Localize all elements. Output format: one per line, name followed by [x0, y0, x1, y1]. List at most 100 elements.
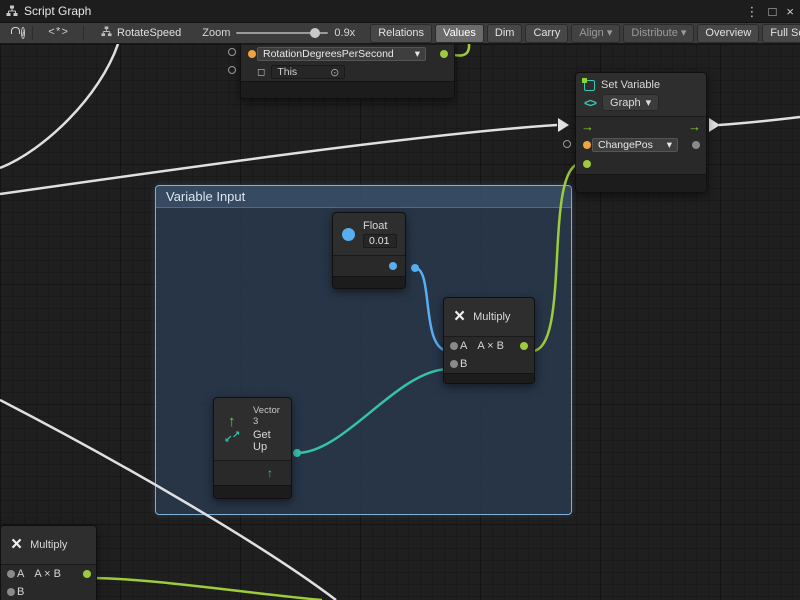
- input-port-b[interactable]: [7, 588, 15, 596]
- window-title: Script Graph: [24, 4, 91, 18]
- node-title: Multiply: [473, 311, 510, 323]
- port-label-a: A: [17, 568, 24, 580]
- float-icon: [342, 228, 355, 241]
- scope-value: Graph: [610, 97, 641, 109]
- connection-values-icon[interactable]: <*>: [40, 27, 76, 39]
- node-type-label: Vector 3: [253, 405, 282, 427]
- graph-icon: [101, 26, 112, 40]
- variable-name-port[interactable]: [248, 50, 256, 58]
- unity-script-graph-window: Script Graph ⋮ □ × i <*> RotateSpeed Zoo…: [0, 0, 800, 600]
- node-footer: [576, 174, 706, 192]
- values-button[interactable]: Values: [435, 24, 484, 43]
- group-header[interactable]: Variable Input: [156, 186, 571, 208]
- variable-scope-dropdown[interactable]: Graph ▾: [602, 94, 659, 111]
- close-icon[interactable]: ×: [786, 5, 794, 18]
- flow-out-arrow-icon[interactable]: →: [688, 120, 701, 133]
- node-title: Float: [363, 220, 397, 232]
- align-button[interactable]: Align ▾: [571, 24, 620, 43]
- flow-in-arrow-icon[interactable]: →: [581, 120, 594, 133]
- group-title: Variable Input: [166, 189, 245, 204]
- port-label-axb: A × B: [34, 568, 61, 580]
- flow-wire-into-set-variable: [0, 125, 557, 194]
- zoom-slider[interactable]: [236, 25, 328, 41]
- zoom-slider-handle[interactable]: [310, 28, 320, 38]
- script-graph-icon: [6, 5, 18, 17]
- variable-name-port[interactable]: [583, 141, 591, 149]
- node-multiply-2[interactable]: × Multiply A A × B B: [0, 525, 97, 600]
- node-footer: [241, 81, 454, 98]
- value-output-port[interactable]: [389, 262, 397, 270]
- chevron-down-icon: ▾: [415, 48, 420, 60]
- toolbar-separator: [83, 26, 84, 40]
- node-header[interactable]: ↑ ↗ ↙ Vector 3 Get Up: [214, 398, 291, 460]
- object-picker-icon[interactable]: ⊙: [330, 66, 339, 79]
- output-port-axb[interactable]: [83, 570, 91, 578]
- multiply-icon: ×: [454, 309, 465, 325]
- node-float[interactable]: Float 0.01: [332, 212, 406, 289]
- zoom-label: Zoom: [202, 27, 230, 39]
- port-label-a: A: [460, 340, 467, 352]
- object-field[interactable]: This ⊙: [271, 65, 345, 79]
- window-menu-icon[interactable]: ⋮: [746, 5, 759, 18]
- node-get-up[interactable]: ↑ ↗ ↙ Vector 3 Get Up ↑: [213, 397, 292, 499]
- graph-name-breadcrumb[interactable]: RotateSpeed: [101, 26, 181, 40]
- value-output-port[interactable]: [692, 141, 700, 149]
- float-value-field[interactable]: 0.01: [363, 234, 397, 248]
- distribute-button[interactable]: Distribute ▾: [623, 24, 694, 43]
- object-value: This: [277, 66, 297, 78]
- variable-name-value: ChangePos: [598, 139, 653, 151]
- info-icon[interactable]: i: [21, 27, 25, 39]
- variable-name-value: RotationDegreesPerSecond: [263, 48, 394, 60]
- value-output-port[interactable]: [440, 50, 448, 58]
- node-footer: [333, 276, 405, 288]
- input-port-b[interactable]: [450, 360, 458, 368]
- node-title: Get Up: [253, 429, 282, 453]
- value-input-port[interactable]: [583, 160, 591, 168]
- titlebar: Script Graph ⋮ □ ×: [0, 0, 800, 22]
- node-header[interactable]: Set Variable <> Graph ▾: [576, 73, 706, 116]
- overview-button[interactable]: Overview: [697, 24, 759, 43]
- toolbar-separator: [32, 26, 33, 40]
- unconnected-port[interactable]: [228, 48, 236, 56]
- multiply-icon: ×: [11, 537, 22, 553]
- input-port-a[interactable]: [7, 570, 15, 578]
- node-multiply[interactable]: × Multiply A A × B B: [443, 297, 535, 384]
- node-header[interactable]: × Multiply: [1, 526, 96, 564]
- node-header[interactable]: Float 0.01: [333, 213, 405, 255]
- variables-icon: <>: [584, 96, 596, 110]
- chevron-down-icon: ▾: [646, 96, 652, 109]
- flow-wire-out-of-set-variable: [719, 117, 800, 125]
- graph-canvas[interactable]: Variable Input Rotat: [0, 44, 800, 600]
- maximize-icon[interactable]: □: [769, 5, 777, 18]
- node-get-variable[interactable]: RotationDegreesPerSecond ▾ ◻ This ⊙: [240, 44, 455, 99]
- port-label-axb: A × B: [477, 340, 504, 352]
- dim-button[interactable]: Dim: [487, 24, 523, 43]
- port-label-b: B: [460, 358, 467, 370]
- graph-name-label: RotateSpeed: [117, 27, 181, 39]
- node-title: Set Variable: [601, 79, 660, 91]
- gameobject-cube-icon: ◻: [257, 67, 265, 78]
- carry-button[interactable]: Carry: [525, 24, 568, 43]
- full-screen-button[interactable]: Full Screen: [762, 24, 800, 43]
- node-title: Multiply: [30, 539, 67, 551]
- node-header[interactable]: × Multiply: [444, 298, 534, 336]
- unconnected-port[interactable]: [228, 66, 236, 74]
- flow-wire-top-left: [0, 44, 118, 168]
- variable-name-dropdown[interactable]: ChangePos ▾: [592, 138, 678, 152]
- flow-output-triangle[interactable]: [709, 118, 720, 132]
- flow-input-triangle[interactable]: [558, 118, 569, 132]
- chevron-down-icon: ▾: [667, 139, 672, 151]
- output-port-axb[interactable]: [520, 342, 528, 350]
- set-variable-icon: [584, 80, 595, 91]
- vector3-up-icon: ↑ ↗ ↙: [223, 416, 245, 443]
- input-port-a[interactable]: [450, 342, 458, 350]
- zoom-value: 0.9x: [334, 27, 355, 39]
- variable-name-dropdown[interactable]: RotationDegreesPerSecond ▾: [257, 47, 426, 61]
- relations-button[interactable]: Relations: [370, 24, 432, 43]
- node-footer: [444, 373, 534, 383]
- node-footer: [214, 485, 291, 498]
- port-label-b: B: [17, 586, 24, 598]
- unconnected-port[interactable]: [563, 140, 571, 148]
- vector-output-icon[interactable]: ↑: [267, 466, 273, 480]
- node-set-variable[interactable]: Set Variable <> Graph ▾ → →: [575, 72, 707, 193]
